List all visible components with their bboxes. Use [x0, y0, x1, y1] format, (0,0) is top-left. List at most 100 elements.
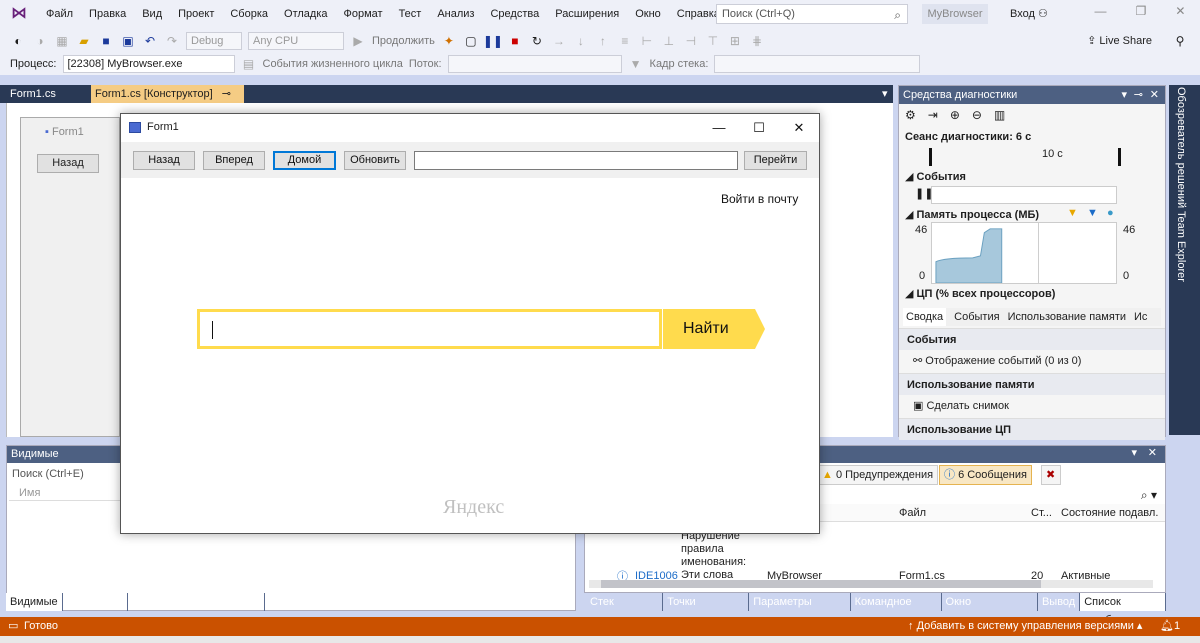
save-all-icon[interactable]: ▣ — [120, 33, 136, 49]
stop-icon[interactable]: ■ — [507, 33, 523, 49]
tab-form1-designer[interactable]: Form1.cs [Конструктор] ⊸ ✕ — [91, 85, 244, 118]
scroll-thumb[interactable] — [601, 580, 1041, 588]
menu-project[interactable]: Проект — [170, 0, 222, 28]
build-filter-button[interactable]: ✖ — [1041, 465, 1061, 485]
step-into-icon[interactable]: ↓ — [573, 33, 589, 49]
tab-events[interactable]: События — [954, 308, 999, 326]
size-icon[interactable]: ⊤ — [705, 33, 721, 49]
format-icon[interactable]: ≡ — [617, 33, 633, 49]
menu-debug[interactable]: Отладка — [276, 0, 335, 28]
align-center-icon[interactable]: ⊥ — [661, 33, 677, 49]
close-icon[interactable]: ✕ — [789, 118, 809, 138]
spacing-icon[interactable]: ⊞ — [727, 33, 743, 49]
signin-button[interactable]: Вход ⚇ — [1010, 4, 1048, 24]
menu-view[interactable]: Вид — [134, 0, 170, 28]
tab-command-window[interactable]: Командное окно — [851, 593, 942, 626]
menu-file[interactable]: Файл — [38, 0, 81, 28]
col-suppression-state[interactable]: Состояние подавл. — [1061, 504, 1158, 522]
take-snapshot-button[interactable]: ▣ Сделать снимок — [913, 395, 1009, 417]
tab-output[interactable]: Вывод — [1038, 593, 1081, 611]
panel-menu-icon[interactable]: ▾ — [1121, 86, 1127, 104]
login-mail-link[interactable]: Войти в почту — [721, 192, 798, 206]
step-over-icon[interactable]: → — [551, 33, 567, 49]
tab-breakpoints[interactable]: Точки останова — [663, 593, 750, 626]
home-button[interactable]: Домой — [273, 151, 336, 170]
tab-call-stack[interactable]: Стек вызовов — [586, 593, 664, 626]
zoom-in-icon[interactable]: ⊕ — [950, 108, 960, 126]
col-line[interactable]: Ст... — [1031, 504, 1052, 522]
team-explorer-tab[interactable]: Team Explorer — [1175, 211, 1187, 282]
pause-events-icon[interactable]: ❚❚ — [915, 187, 933, 200]
close-icon[interactable]: ✕ — [1175, 4, 1185, 24]
menu-window[interactable]: Окно — [627, 0, 669, 28]
url-input[interactable] — [414, 151, 738, 170]
stackframe-dropdown[interactable] — [714, 55, 921, 73]
go-button[interactable]: Перейти — [744, 151, 807, 170]
quick-search-input[interactable]: Поиск (Ctrl+Q) ⌕ — [716, 4, 908, 24]
minimize-icon[interactable]: — — [709, 118, 729, 138]
pin-icon[interactable]: ⊸ — [222, 88, 231, 100]
panel-menu-icon[interactable]: ▾ — [1131, 446, 1137, 459]
notifications-button[interactable]: 🔔︎1 — [1160, 617, 1180, 636]
live-share-button[interactable]: ⇪ Live Share — [1087, 34, 1152, 47]
tab-locals[interactable]: Локальные — [63, 593, 129, 611]
menu-format[interactable]: Формат — [336, 0, 391, 28]
save-icon[interactable]: ■ — [98, 33, 114, 49]
pin-panel-icon[interactable]: ⊸ — [1134, 86, 1143, 104]
forward-button[interactable]: Вперед — [203, 151, 265, 170]
export-icon[interactable]: ⇥ — [928, 108, 938, 126]
tab-memory-usage[interactable]: Использование памяти — [1008, 308, 1126, 326]
tab-immediate-window[interactable]: Окно интерпрет... — [942, 593, 1038, 626]
platform-dropdown[interactable]: Any CPU — [248, 31, 344, 50]
show-events-link[interactable]: ⚯ Отображение событий (0 из 0) — [913, 350, 1081, 372]
redo-icon[interactable]: ↷ — [164, 33, 180, 49]
undo-icon[interactable]: ↶ — [142, 33, 158, 49]
memory-section-header[interactable]: ◢ Память процесса (МБ) — [905, 208, 1039, 221]
align-icon[interactable]: ⊢ — [639, 33, 655, 49]
filter-icon[interactable]: ▼ — [628, 56, 644, 72]
tab-form1-cs[interactable]: Form1.cs — [6, 85, 60, 103]
horizontal-scrollbar[interactable] — [589, 580, 1153, 588]
screen-icon[interactable]: ▢ — [463, 33, 479, 49]
settings-icon[interactable]: ⚙ — [905, 108, 916, 126]
menu-tools[interactable]: Средства — [482, 0, 547, 28]
zoom-out-icon[interactable]: ⊖ — [972, 108, 982, 126]
maximize-icon[interactable]: ☐ — [749, 118, 769, 138]
refresh-button[interactable]: Обновить — [344, 151, 406, 170]
tab-summary[interactable]: Сводка — [903, 308, 947, 326]
chart-icon[interactable]: ▥ — [994, 108, 1005, 126]
close-panel-icon[interactable]: ✕ — [1150, 86, 1159, 104]
col-file[interactable]: Файл — [899, 504, 926, 522]
minimize-icon[interactable]: — — [1095, 4, 1107, 24]
back-button[interactable]: Назад — [133, 151, 195, 170]
lifecycle-dropdown[interactable]: События жизненного цикла — [263, 58, 403, 70]
process-dropdown[interactable]: [22308] MyBrowser.exe — [62, 55, 235, 73]
tab-cpu-usage[interactable]: Ис — [1134, 308, 1147, 326]
yandex-search-button[interactable]: Найти — [663, 309, 755, 349]
messages-filter[interactable]: ⓘ 6 Сообщения — [939, 465, 1032, 485]
warnings-filter[interactable]: ▲ 0 Предупреждения — [817, 465, 939, 485]
tab-error-list[interactable]: Список ошибок — [1080, 593, 1166, 626]
events-section-header[interactable]: ◢ События — [905, 170, 966, 183]
grid-icon[interactable]: ⋕ — [749, 33, 765, 49]
search-icon[interactable]: ⌕ ▾ — [1141, 488, 1157, 503]
error-code[interactable]: IDE1006 — [635, 570, 678, 580]
back-nav-icon[interactable]: ◐ — [10, 33, 26, 49]
new-project-icon[interactable]: ▦ — [54, 33, 70, 49]
menu-edit[interactable]: Правка — [81, 0, 134, 28]
step-out-icon[interactable]: ↑ — [595, 33, 611, 49]
autos-search-input[interactable]: Поиск (Ctrl+E) — [9, 465, 129, 483]
tab-watch-1[interactable]: Контрольные значения 1 — [128, 593, 265, 611]
add-to-source-control-button[interactable]: ↑ Добавить в систему управления версиями… — [908, 617, 1142, 636]
config-dropdown[interactable]: Debug — [186, 31, 242, 50]
designer-back-button[interactable]: Назад — [37, 154, 99, 173]
align-right-icon[interactable]: ⊣ — [683, 33, 699, 49]
search-button-arrow[interactable] — [755, 309, 765, 349]
hot-reload-icon[interactable]: ✦ — [441, 33, 457, 49]
maximize-icon[interactable]: ❐ — [1136, 4, 1147, 24]
menu-extensions[interactable]: Расширения — [547, 0, 627, 28]
thread-dropdown[interactable] — [447, 55, 622, 73]
tab-exception-settings[interactable]: Параметры искл... — [749, 593, 851, 626]
continue-button[interactable]: Продолжить — [372, 35, 435, 47]
forward-nav-icon[interactable]: ◑ — [32, 33, 48, 49]
